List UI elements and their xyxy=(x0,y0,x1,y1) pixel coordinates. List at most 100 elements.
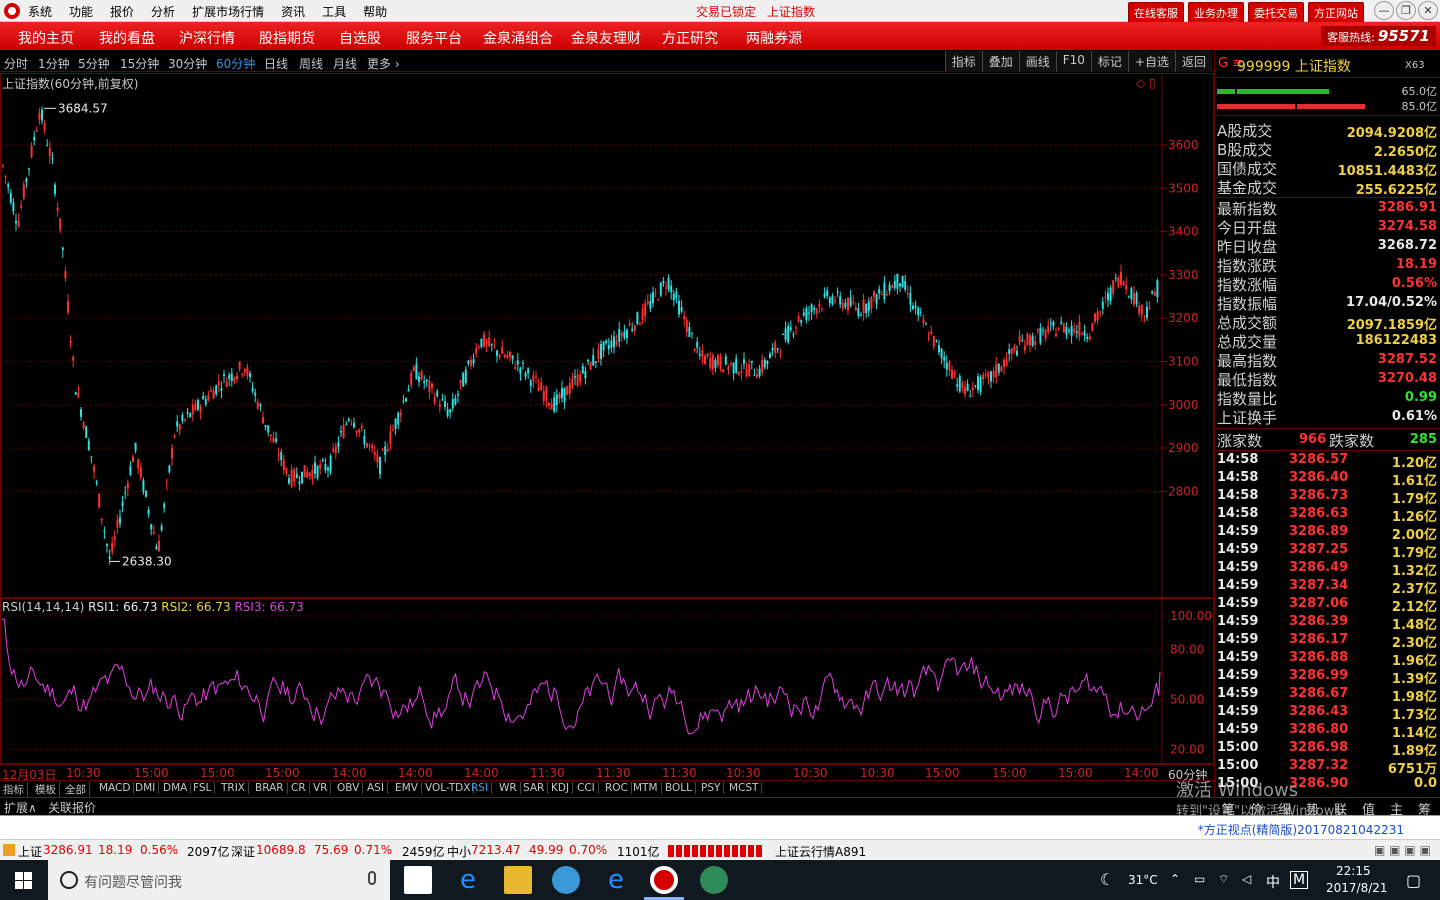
tool-back-button[interactable]: 返回 xyxy=(1174,51,1212,72)
indicator-tab-obv[interactable]: OBV xyxy=(334,782,364,794)
indicator-tab-rsi[interactable]: RSI xyxy=(468,782,493,794)
status-tray-icons[interactable]: ▣ ▣ ▣ ▣ xyxy=(1374,843,1431,857)
business-button[interactable]: 业务办理 xyxy=(1188,2,1244,24)
tool-mark-button[interactable]: 标记 xyxy=(1090,51,1128,72)
indicator-tab-macd[interactable]: MACD xyxy=(96,782,135,794)
menu-item-news[interactable]: 资讯 xyxy=(281,3,305,20)
indicator-tab-boll[interactable]: BOLL xyxy=(662,782,696,794)
period-day[interactable]: 日线 xyxy=(264,55,288,72)
rsi-y-tick-label: 20.00 xyxy=(1170,743,1204,757)
menu-item-tools[interactable]: 工具 xyxy=(322,3,346,20)
related-quote-button[interactable]: 关联报价 xyxy=(48,799,96,816)
tool-draw-button[interactable]: 画线 xyxy=(1018,51,1056,72)
ime-indicator[interactable]: 中 xyxy=(1266,872,1280,892)
clock-time[interactable]: 22:15 xyxy=(1336,864,1371,878)
taskbar-search-input[interactable]: 有问题尽管问我 xyxy=(48,860,390,900)
kline-chart[interactable]: 3600 3500 3400 3300 3200 3100 3000 2900 2800 3684… xyxy=(0,73,1214,598)
nav-finance[interactable]: 金泉友理财 xyxy=(571,28,641,48)
notification-icon[interactable]: ▢ xyxy=(1406,871,1421,890)
indicator-tab-voltdx[interactable]: VOL-TDX xyxy=(422,782,475,794)
indicator-tab-sar[interactable]: SAR xyxy=(520,782,549,794)
store-icon[interactable] xyxy=(404,866,432,894)
chart-options-icon[interactable]: ◇ ▯ xyxy=(1136,76,1156,90)
period-30m[interactable]: 30分钟 xyxy=(168,55,207,72)
file-explorer-icon[interactable] xyxy=(504,866,532,894)
indicator-tab-asi[interactable]: ASI xyxy=(364,782,388,794)
nav-watch[interactable]: 我的看盘 xyxy=(99,28,155,48)
nav-selfselect[interactable]: 自选股 xyxy=(339,28,381,48)
browser-icon[interactable] xyxy=(552,866,580,894)
menu-item-help[interactable]: 帮助 xyxy=(363,3,387,20)
indicator-tab-dma[interactable]: DMA xyxy=(160,782,192,794)
period-month[interactable]: 月线 xyxy=(333,55,357,72)
indicator-tab-mtm[interactable]: MTM xyxy=(630,782,662,794)
time-tick: 14:00 xyxy=(1124,766,1159,780)
tool-addself-button[interactable]: +自选 xyxy=(1127,51,1175,72)
indicator-tab-kdj[interactable]: KDJ xyxy=(548,782,574,794)
indicator-tab-roc[interactable]: ROC xyxy=(602,782,632,794)
zx-value: 7213.47 xyxy=(471,843,521,857)
indicator-tab-[interactable]: 模板 xyxy=(32,782,60,797)
expand-button[interactable]: 扩展∧ xyxy=(4,799,37,816)
period-15m[interactable]: 15分钟 xyxy=(120,55,159,72)
nav-portfolio[interactable]: 金泉涌组合 xyxy=(483,28,553,48)
microphone-icon[interactable] xyxy=(368,871,376,885)
rsi-chart[interactable]: 100.00 80.00 50.00 20.00 RSI(14,14,14) RSI1… xyxy=(0,598,1214,764)
indicator-tab-emv[interactable]: EMV xyxy=(392,782,422,794)
period-1m[interactable]: 1分钟 xyxy=(38,55,70,72)
menu-item-ext-market[interactable]: 扩展市场行情 xyxy=(192,3,264,20)
nav-futures[interactable]: 股指期货 xyxy=(259,28,315,48)
wifi-icon[interactable]: ⌔ xyxy=(1218,872,1229,887)
menu-item-function[interactable]: 功能 xyxy=(69,3,93,20)
fangzheng-app-icon[interactable] xyxy=(650,866,678,894)
tray-expand-icon[interactable]: ⌃ xyxy=(1170,872,1180,886)
candle-body xyxy=(69,340,72,344)
trade-button[interactable]: 委托交易 xyxy=(1248,2,1304,24)
nav-home[interactable]: 我的主页 xyxy=(18,28,74,48)
menu-item-quote[interactable]: 报价 xyxy=(110,3,134,20)
news-link[interactable]: *方正视点(精简版)20170821042231 xyxy=(1198,821,1404,838)
period-tick[interactable]: 分时 xyxy=(4,55,28,72)
battery-icon[interactable]: ▭ xyxy=(1194,872,1205,886)
indicator-tab-vr[interactable]: VR xyxy=(310,782,332,794)
candle-body xyxy=(163,503,166,508)
website-button[interactable]: 方正网站 xyxy=(1308,2,1364,24)
nav-margin[interactable]: 两融券源 xyxy=(746,28,802,48)
indicator-tab-mcst[interactable]: MCST xyxy=(726,782,763,794)
keyboard-mode-icon[interactable]: M xyxy=(1290,871,1309,889)
menu-item-system[interactable]: 系统 xyxy=(28,3,52,20)
period-week[interactable]: 周线 xyxy=(299,55,323,72)
windows-start-icon[interactable] xyxy=(15,872,32,889)
indicator-tab-trix[interactable]: TRIX xyxy=(218,782,249,794)
minimize-icon[interactable]: — xyxy=(1374,1,1394,20)
menu-item-analysis[interactable]: 分析 xyxy=(151,3,175,20)
clock-date[interactable]: 2017/8/21 xyxy=(1326,881,1388,895)
ie-icon[interactable]: e xyxy=(602,866,630,894)
indicator-tab-dmi[interactable]: DMI xyxy=(132,782,160,794)
indicator-tab-brar[interactable]: BRAR xyxy=(252,782,288,794)
indicator-tab-cci[interactable]: CCI xyxy=(574,782,599,794)
indicator-tab-fsl[interactable]: FSL xyxy=(190,782,216,794)
period-more[interactable]: 更多 › xyxy=(367,55,400,72)
indicator-tab-[interactable]: 全部 xyxy=(62,782,90,797)
restore-icon[interactable]: ❐ xyxy=(1396,1,1416,20)
tool-indicator-button[interactable]: 指标 xyxy=(944,51,982,72)
indicator-tab-wr[interactable]: WR xyxy=(496,782,521,794)
online-service-button[interactable]: 在线客服 xyxy=(1128,2,1184,24)
other-app-icon[interactable] xyxy=(700,866,728,894)
indicator-tab-cr[interactable]: CR xyxy=(288,782,310,794)
indicator-tab-psy[interactable]: PSY xyxy=(698,782,725,794)
volume-icon[interactable]: ◁ xyxy=(1242,872,1251,886)
tool-overlay-button[interactable]: 叠加 xyxy=(981,51,1019,72)
edge-icon[interactable]: e xyxy=(454,866,482,894)
indicator-tab-[interactable]: 指标 xyxy=(0,782,28,797)
period-5m[interactable]: 5分钟 xyxy=(78,55,110,72)
nav-service[interactable]: 服务平台 xyxy=(406,28,462,48)
candle-body xyxy=(971,387,974,391)
weather-icon[interactable]: ☾ xyxy=(1100,870,1114,889)
close-icon[interactable]: ✕ xyxy=(1418,1,1438,20)
nav-research[interactable]: 方正研究 xyxy=(662,28,718,48)
period-60m[interactable]: 60分钟 xyxy=(216,55,255,72)
nav-market[interactable]: 沪深行情 xyxy=(179,28,235,48)
tool-f10-button[interactable]: F10 xyxy=(1055,51,1091,72)
